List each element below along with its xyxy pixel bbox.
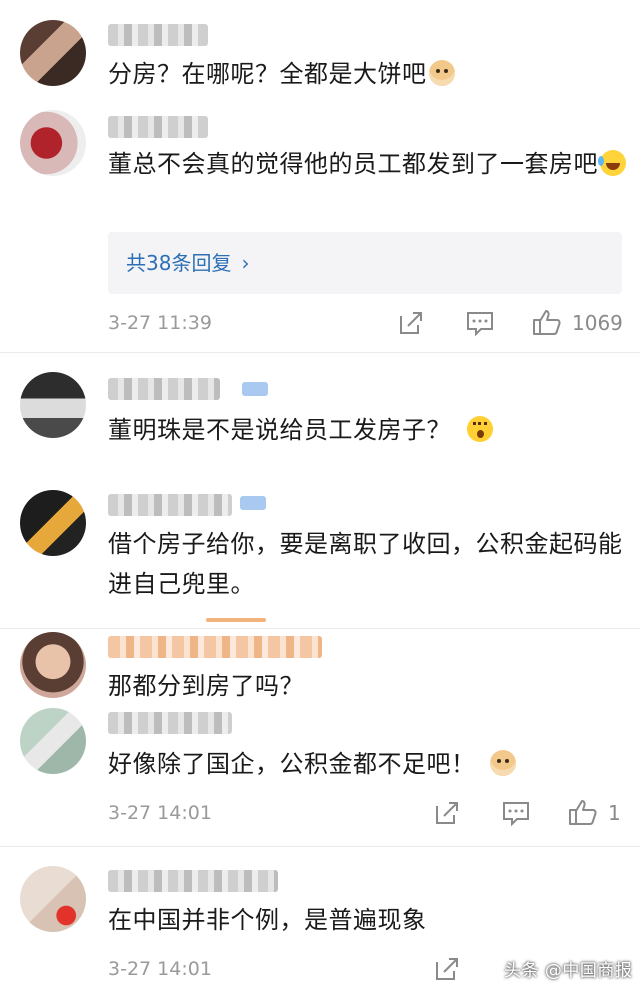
laugh-cry-emoji-icon bbox=[598, 150, 626, 176]
comment-timestamp: 3-27 11:39 bbox=[108, 312, 212, 334]
avatar[interactable] bbox=[20, 20, 86, 86]
avatar[interactable] bbox=[20, 866, 86, 932]
username-blurred[interactable] bbox=[108, 494, 232, 516]
thumbs-up-icon bbox=[569, 800, 597, 825]
like-count: 1 bbox=[608, 801, 621, 825]
username-blurred[interactable] bbox=[108, 378, 220, 400]
username-blurred[interactable] bbox=[108, 712, 232, 734]
watermark: 头条 @中国商报 bbox=[504, 961, 633, 981]
view-replies-button[interactable]: 共38条回复 › bbox=[108, 232, 622, 294]
verified-badge bbox=[240, 496, 266, 510]
doge-emoji-icon bbox=[489, 750, 516, 776]
comment-icon bbox=[467, 312, 493, 336]
avatar[interactable] bbox=[20, 110, 86, 176]
comment-text: 那都分到房了吗？ bbox=[108, 672, 304, 700]
share-button[interactable] bbox=[434, 956, 460, 982]
surprised-emoji-icon bbox=[467, 416, 493, 442]
comment-timestamp: 3-27 14:01 bbox=[108, 802, 212, 824]
avatar[interactable] bbox=[20, 490, 86, 556]
divider bbox=[0, 628, 640, 629]
comment-text: 分房？在哪呢？全都是大饼吧 bbox=[108, 54, 628, 94]
comment-icon bbox=[503, 802, 529, 826]
accent-bar bbox=[206, 618, 266, 622]
share-icon bbox=[436, 958, 458, 980]
comment-text: 在中国并非个例，是普遍现象 bbox=[108, 906, 427, 934]
share-icon bbox=[400, 312, 422, 334]
chevron-right-icon: › bbox=[241, 251, 250, 275]
comment-text: 好像除了国企，公积金都不足吧！ bbox=[108, 744, 628, 784]
thumbs-up-icon bbox=[533, 310, 561, 335]
like-button[interactable] bbox=[532, 308, 562, 336]
share-button[interactable] bbox=[398, 310, 424, 336]
comment-timestamp: 3-27 14:01 bbox=[108, 958, 212, 980]
like-button[interactable] bbox=[568, 798, 598, 826]
avatar[interactable] bbox=[20, 708, 86, 774]
share-icon bbox=[436, 802, 458, 824]
username-blurred[interactable] bbox=[108, 636, 322, 658]
share-button[interactable] bbox=[434, 800, 460, 826]
comment-text: 借个房子给你，要是离职了收回，公积金起码能进自己兜里。 bbox=[108, 530, 623, 598]
avatar[interactable] bbox=[20, 632, 86, 698]
comment-text: 董明珠是不是说给员工发房子？ bbox=[108, 410, 628, 450]
comment-button[interactable] bbox=[502, 800, 530, 826]
avatar[interactable] bbox=[20, 372, 86, 438]
verified-badge bbox=[242, 382, 268, 396]
comment-text: 董总不会真的觉得他的员工都发到了一套房吧 bbox=[108, 144, 628, 184]
comment-button[interactable] bbox=[466, 310, 494, 336]
username-blurred[interactable] bbox=[108, 870, 278, 892]
username-blurred[interactable] bbox=[108, 24, 208, 46]
doge-emoji-icon bbox=[428, 60, 455, 86]
divider bbox=[0, 846, 640, 847]
like-count: 1069 bbox=[572, 311, 623, 335]
divider bbox=[0, 352, 640, 353]
username-blurred[interactable] bbox=[108, 116, 208, 138]
